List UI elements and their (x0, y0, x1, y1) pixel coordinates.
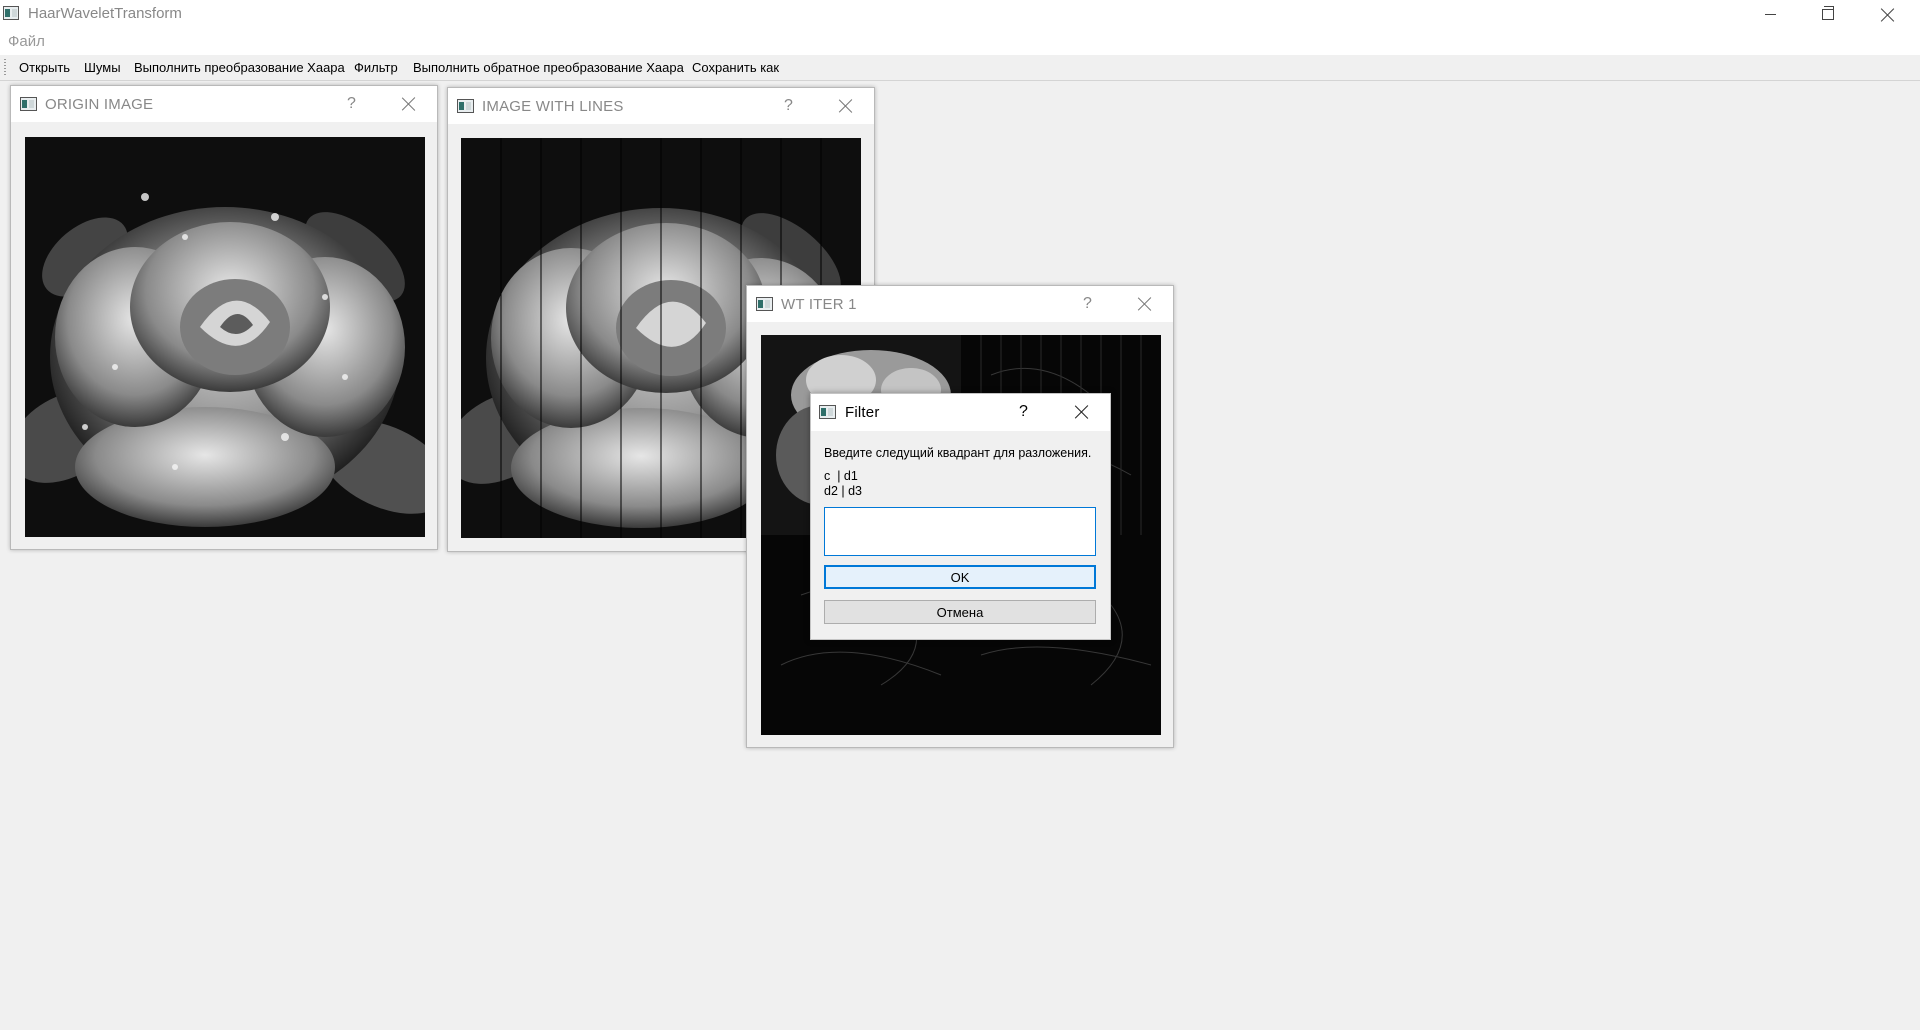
close-icon[interactable] (1138, 297, 1152, 311)
subwindow-icon (756, 297, 773, 311)
image-with-lines-title-bar[interactable]: IMAGE WITH LINES ? (448, 88, 874, 124)
help-button[interactable]: ? (347, 95, 356, 113)
menu-bar: Файл (0, 29, 1920, 55)
close-button[interactable] (1860, 0, 1916, 29)
quadrant-line-1: c | d1 (824, 469, 858, 483)
dialog-icon (819, 405, 836, 419)
wt-iter-title: WT ITER 1 (781, 296, 857, 313)
help-button[interactable]: ? (1019, 403, 1028, 421)
toolbar: Открыть Шумы Выполнить преобразование Ха… (0, 55, 1920, 81)
ok-button[interactable]: OK (824, 565, 1096, 589)
quadrant-input[interactable] (824, 507, 1096, 556)
rose-image (25, 137, 425, 537)
wt-iter-title-bar[interactable]: WT ITER 1 ? (747, 286, 1173, 322)
image-with-lines-title: IMAGE WITH LINES (482, 98, 624, 115)
origin-image-window[interactable]: ORIGIN IMAGE ? (10, 85, 438, 550)
app-title: HaarWaveletTransform (28, 5, 182, 22)
origin-image-title-bar[interactable]: ORIGIN IMAGE ? (11, 86, 437, 122)
quadrant-line-2: d2 | d3 (824, 484, 863, 498)
app-window-icon (3, 6, 19, 20)
help-button[interactable]: ? (1083, 295, 1092, 313)
origin-image-title: ORIGIN IMAGE (45, 96, 154, 113)
restore-button[interactable] (1800, 0, 1856, 29)
main-title-bar: HaarWaveletTransform (0, 0, 1920, 29)
open-button[interactable]: Открыть (19, 60, 70, 75)
noise-button[interactable]: Шумы (84, 60, 121, 75)
filter-dialog-title-bar[interactable]: Filter ? (811, 394, 1110, 431)
save-as-button[interactable]: Сохранить как (692, 60, 779, 75)
menu-file[interactable]: Файл (8, 33, 45, 50)
subwindow-icon (457, 99, 474, 113)
filter-dialog-title: Filter (845, 404, 880, 421)
dialog-prompt: Введите следущий квадрант для разложения… (824, 446, 1092, 460)
filter-button[interactable]: Фильтр (354, 60, 398, 75)
restore-icon (1822, 6, 1834, 20)
close-icon[interactable] (839, 99, 853, 113)
close-icon (1881, 8, 1895, 22)
toolbar-grip[interactable] (4, 59, 6, 76)
minimize-button[interactable] (1742, 0, 1798, 29)
origin-image (25, 137, 425, 537)
close-icon[interactable] (1075, 405, 1089, 419)
help-button[interactable]: ? (784, 97, 793, 115)
close-icon[interactable] (402, 97, 416, 111)
haar-transform-button[interactable]: Выполнить преобразование Хаара (134, 60, 345, 75)
subwindow-icon (20, 97, 37, 111)
inverse-haar-button[interactable]: Выполнить обратное преобразование Хаара (413, 60, 684, 75)
minimize-icon (1764, 14, 1776, 15)
cancel-button[interactable]: Отмена (824, 600, 1096, 624)
filter-dialog[interactable]: Filter ? Введите следущий квадрант для р… (810, 393, 1111, 640)
